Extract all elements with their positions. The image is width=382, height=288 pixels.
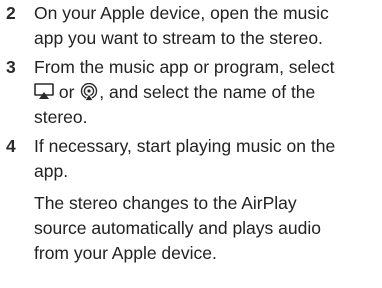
- step-text-line: From the music app or program, select: [34, 57, 335, 77]
- step-text-line: If necessary, start playing music on the: [34, 136, 336, 156]
- step-text-line: app you want to stream to the stereo.: [34, 28, 323, 48]
- note-text-line: source automatically and plays audio: [34, 218, 321, 238]
- note-text-line: The stereo changes to the AirPlay: [34, 193, 297, 213]
- step-text: On your Apple device, open the music app…: [34, 1, 379, 51]
- step-number: 3: [6, 57, 16, 77]
- step-text: From the music app or program, select or…: [34, 55, 379, 130]
- step-text-line: stereo.: [34, 107, 88, 127]
- step-text-fragment: or: [54, 82, 80, 102]
- note-text-line: from your Apple device.: [34, 243, 217, 263]
- airplay-video-icon: [34, 83, 54, 101]
- note-text: The stereo changes to the AirPlay source…: [34, 191, 379, 266]
- step-text-line: app.: [34, 161, 69, 181]
- step-text-fragment: , and select the name of the: [99, 82, 316, 102]
- step-text-line: or , and select the name of the: [34, 80, 379, 105]
- step-number: 4: [6, 136, 16, 156]
- step-number: 2: [6, 3, 16, 23]
- step-text-line: On your Apple device, open the music: [34, 3, 329, 23]
- airplay-audio-icon: [79, 83, 99, 101]
- step-text: If necessary, start playing music on the…: [34, 134, 379, 184]
